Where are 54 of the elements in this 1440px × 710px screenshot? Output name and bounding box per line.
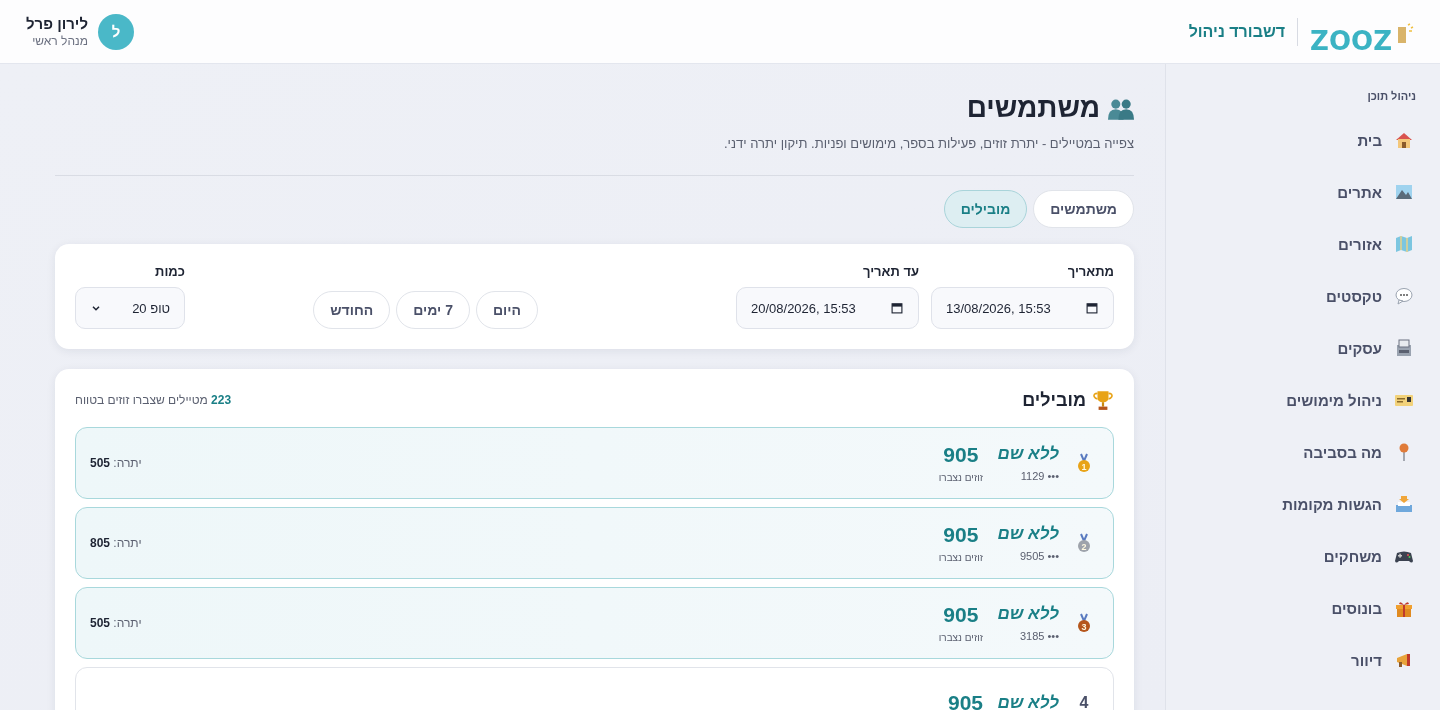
sidebar-item[interactable]: אזורים [1182,218,1416,270]
dashboard-title: דשבורד ניהול [1188,22,1286,41]
range-button[interactable]: היום [476,291,538,329]
sidebar-item[interactable]: מה בסביבה [1182,426,1416,478]
range-button[interactable]: 7 ימים [396,291,470,329]
leaderboard-title: מובילים [1022,389,1086,411]
date-field[interactable]: 13/08/2026, 15:53 [931,287,1114,329]
picture-icon [1394,182,1414,202]
trophy-icon [1092,389,1114,411]
user-name: לירון פרל [26,15,88,32]
masked-phone: ••• 1129 [1019,470,1059,482]
speech-bubble-icon [1394,286,1414,306]
points-value: 905 [947,691,983,710]
sidebar-item[interactable]: ניהול מימושים [1182,374,1416,426]
user-role: מנהל ראשי [31,34,88,48]
masked-phone: ••• 3185 [1018,630,1059,642]
sidebar-item[interactable]: בית [1182,114,1416,166]
inbox-icon [1394,494,1414,514]
calendar-icon [890,301,904,315]
points-label: זוזים נצברו [938,632,983,643]
sidebar-item[interactable]: עסקים [1182,322,1416,374]
sidebar-item[interactable]: טקסטים [1182,270,1416,322]
field-label: כמות [154,264,185,279]
points-value: 905 [942,603,980,627]
page-subtitle: צפייה במטיילים - יתרת זוזים, פעילות בספר, מימושים ופניות. תיקון יתרה ידני. [722,136,1134,151]
tab[interactable]: משתמשים [1033,190,1134,228]
calendar-icon [1085,301,1099,315]
sidebar-item[interactable]: דיוור [1182,634,1416,686]
masked-phone: ••• 9505 [1018,550,1059,562]
tab[interactable]: מובילים [943,190,1028,228]
points-label: זוזים נצברו [938,552,983,563]
count-select[interactable]: טופ 20 [75,287,185,329]
store-icon [1394,338,1414,358]
sidebar-item[interactable]: משחקים [1182,530,1416,582]
field-label: עד תאריך [861,264,919,279]
user-name: ללא שם [997,524,1059,544]
rank-number: 4 [1079,694,1089,710]
sidebar-section-title: ניהול תוכן [1366,90,1416,102]
user-avatar: ל [97,13,134,50]
page-title: משתמשים [966,92,1100,124]
field-label: מתאריך [1066,264,1114,279]
user-name: ללא שם [997,444,1059,464]
date-field[interactable]: 20/08/2026, 15:53 [736,287,919,329]
sidebar-item[interactable]: הגשות מקומות [1182,478,1416,530]
user-name: ללא שם [997,693,1059,710]
sidebar-item[interactable]: אתרים [1182,166,1416,218]
map-icon [1394,234,1414,254]
sidebar-item[interactable]: בונוסים [1182,582,1416,634]
house-icon [1394,130,1414,150]
points-value: 905 [942,443,980,467]
user-name: ללא שם [997,604,1059,624]
points-value: 905 [942,523,980,547]
range-button[interactable]: החודש [313,291,391,329]
points-label: זוזים נצברו [938,472,983,483]
